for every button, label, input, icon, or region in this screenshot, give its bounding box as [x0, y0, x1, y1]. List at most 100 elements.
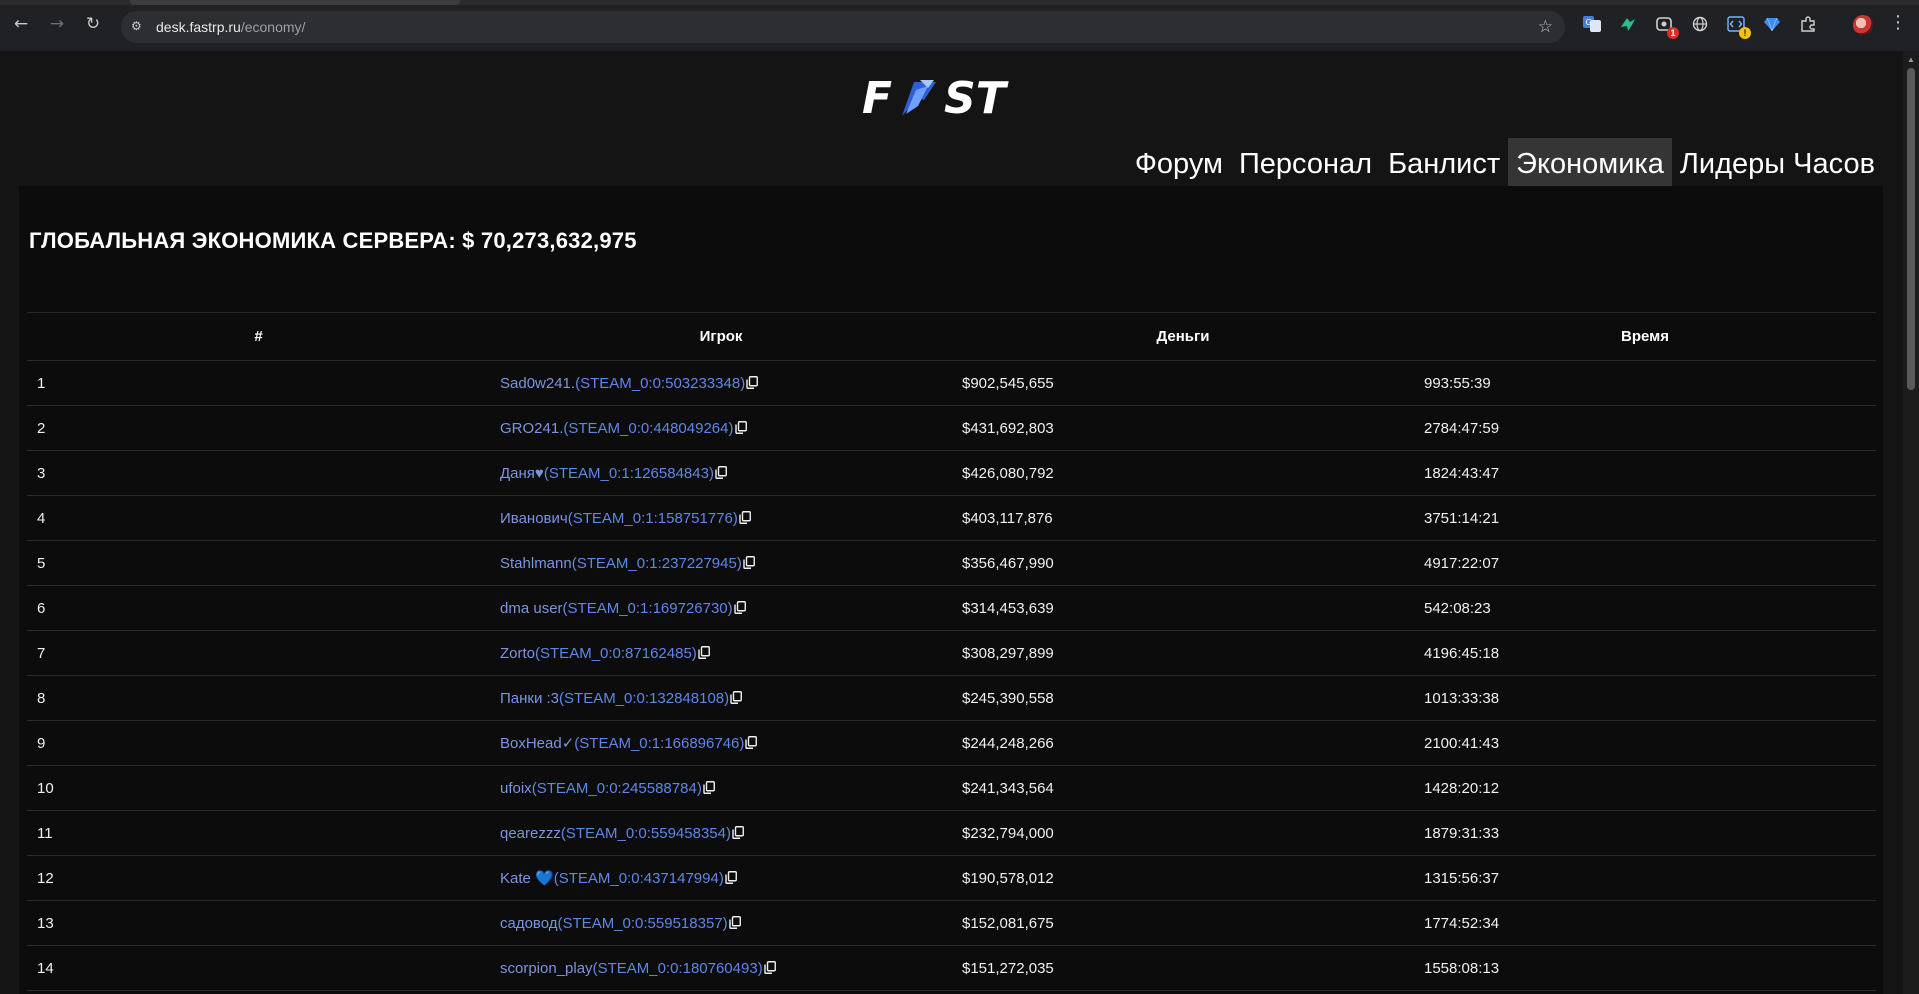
steam-id-text: STEAM_0:1:237227945 — [576, 554, 737, 572]
rank-cell: 7 — [27, 630, 490, 676]
time-cell: 1879:31:33 — [1414, 810, 1876, 856]
steam-id-link[interactable]: (STEAM_0:0:437147994) — [554, 870, 724, 887]
time-cell: 3751:14:21 — [1414, 495, 1876, 541]
copy-icon[interactable] — [734, 420, 747, 434]
steam-id-link[interactable]: (STEAM_0:0:559458354) — [561, 825, 731, 842]
player-name-link[interactable]: scorpion_play — [500, 960, 593, 977]
steam-id-link[interactable]: (STEAM_0:0:448049264) — [563, 420, 733, 437]
bookmark-star-icon[interactable]: ☆ — [1538, 17, 1553, 37]
code-extension-icon[interactable]: ! — [1726, 14, 1751, 39]
browser-menu-icon[interactable]: ⋮ — [1889, 12, 1907, 33]
time-cell: 993:55:39 — [1414, 360, 1876, 406]
steam-id-text: STEAM_0:0:559458354 — [565, 824, 726, 842]
rank-cell: 6 — [27, 585, 490, 631]
page-scrollbar[interactable]: ▲ — [1903, 51, 1919, 994]
steam-id-link[interactable]: (STEAM_0:1:237227945) — [572, 555, 742, 572]
copy-icon[interactable] — [763, 960, 776, 974]
svg-text:F: F — [862, 76, 892, 118]
copy-icon[interactable] — [730, 690, 743, 704]
rank-cell: 1 — [27, 360, 490, 406]
copy-icon[interactable] — [739, 510, 751, 524]
table-row: 14 scorpion_play(STEAM_0:0:180760493) $151… — [27, 945, 1876, 991]
table-row: 10 ufoix(STEAM_0:0:245588784) $241,343,564… — [27, 765, 1876, 811]
nav-item-hours-leaders[interactable]: Лидеры Часов — [1672, 138, 1883, 186]
money-cell: $403,117,876 — [952, 495, 1414, 541]
time-cell: 542:08:23 — [1414, 585, 1876, 631]
steam-id-link[interactable]: (STEAM_0:0:245588784) — [532, 780, 702, 797]
column-header-money: Деньги — [952, 312, 1414, 361]
translate-extension-icon[interactable]: G — [1582, 14, 1602, 34]
player-name-link[interactable]: GRO241. — [500, 420, 563, 437]
steam-id-text: STEAM_0:0:437147994 — [558, 870, 719, 887]
forward-icon[interactable]: → — [44, 11, 70, 37]
steam-id-link[interactable]: (STEAM_0:1:158751776) — [568, 510, 738, 527]
site-logo[interactable]: F ST — [862, 73, 1042, 124]
steam-id-link[interactable]: (STEAM_0:0:559518357) — [558, 915, 728, 932]
player-name-link[interactable]: Kate 💙 — [500, 870, 554, 887]
nav-item-economy[interactable]: Экономика — [1508, 138, 1672, 186]
rank-cell: 13 — [27, 900, 490, 946]
diamond-extension-icon[interactable] — [1762, 14, 1782, 34]
steam-id-link[interactable]: (STEAM_0:0:503233348) — [575, 375, 745, 392]
money-cell: $241,343,564 — [952, 765, 1414, 811]
steam-id-link[interactable]: (STEAM_0:1:169726730) — [563, 600, 733, 617]
copy-icon[interactable] — [728, 915, 741, 929]
player-name-link[interactable]: Stahlmann — [500, 555, 572, 572]
scrollbar-thumb[interactable] — [1907, 68, 1915, 390]
rank-cell: 3 — [27, 450, 490, 496]
time-cell: 1774:52:34 — [1414, 900, 1876, 946]
time-cell: 1428:20:12 — [1414, 765, 1876, 811]
money-cell: $356,467,990 — [952, 540, 1414, 586]
back-icon[interactable]: ← — [8, 11, 34, 37]
address-bar[interactable]: ⚙ desk.fastrp.ru/economy/ ☆ — [121, 11, 1565, 43]
steam-id-link[interactable]: (STEAM_0:0:180760493) — [593, 960, 763, 977]
active-tab[interactable] — [130, 0, 460, 5]
shield-extension-icon[interactable]: 1 — [1654, 14, 1679, 39]
copy-icon[interactable] — [743, 555, 755, 569]
nav-item-staff[interactable]: Персонал — [1231, 138, 1380, 186]
time-cell: 4196:45:18 — [1414, 630, 1876, 676]
url-text[interactable]: desk.fastrp.ru/economy/ — [156, 19, 305, 35]
nav-item-banlist[interactable]: Банлист — [1380, 138, 1508, 186]
time-cell: 1824:43:47 — [1414, 450, 1876, 496]
copy-icon[interactable] — [725, 871, 737, 884]
puzzle-extensions-icon[interactable] — [1798, 14, 1818, 34]
copy-icon[interactable] — [715, 465, 727, 479]
nav-item-forum[interactable]: Форум — [1127, 138, 1231, 186]
steam-id-link[interactable]: (STEAM_0:1:126584843) — [544, 465, 714, 482]
steam-id-link[interactable]: (STEAM_0:0:87162485) — [535, 645, 697, 662]
green-bird-extension-icon[interactable] — [1618, 14, 1638, 34]
player-name-link[interactable]: Sad0w241. — [500, 375, 575, 392]
copy-icon[interactable] — [732, 825, 744, 839]
extension-badge-warning: ! — [1739, 27, 1751, 39]
player-name-link[interactable]: qearezzz — [500, 825, 561, 842]
copy-icon[interactable] — [698, 645, 710, 659]
reload-icon[interactable]: ↻ — [80, 11, 106, 37]
globe-extension-icon[interactable] — [1690, 14, 1710, 34]
steam-id-text: STEAM_0:1:169726730 — [567, 599, 728, 617]
player-name-link[interactable]: садовод — [500, 915, 558, 932]
copy-icon[interactable] — [733, 600, 746, 614]
table-row: 8 Панки :3(STEAM_0:0:132848108) $245,390,5… — [27, 675, 1876, 721]
scroll-up-arrow-icon[interactable]: ▲ — [1907, 55, 1915, 64]
site-info-icon[interactable]: ⚙ — [131, 19, 147, 35]
player-name-link[interactable]: Даня♥ — [500, 465, 544, 482]
player-name-link[interactable]: BoxHead✓ — [500, 735, 574, 752]
profile-avatar[interactable] — [1853, 15, 1873, 35]
table-row: 1 Sad0w241.(STEAM_0:0:503233348) $902,545,… — [27, 360, 1876, 406]
steam-id-link[interactable]: (STEAM_0:0:132848108) — [559, 690, 729, 707]
steam-id-text: STEAM_0:0:180760493 — [597, 959, 758, 977]
player-name-link[interactable]: Zorto — [500, 645, 535, 662]
copy-icon[interactable] — [746, 375, 759, 389]
copy-icon[interactable] — [703, 780, 715, 794]
copy-icon[interactable] — [745, 736, 758, 749]
player-name-link[interactable]: Панки :3 — [500, 690, 559, 707]
rank-cell: 12 — [27, 855, 490, 901]
player-cell: Stahlmann(STEAM_0:1:237227945) — [490, 540, 952, 586]
player-name-link[interactable]: Иванович — [500, 510, 568, 527]
player-name-link[interactable]: dma user — [500, 600, 563, 617]
player-name-link[interactable]: ufoix — [500, 780, 532, 797]
column-header-player: Игрок — [490, 312, 952, 361]
player-cell: scorpion_play(STEAM_0:0:180760493) — [490, 945, 952, 991]
steam-id-link[interactable]: (STEAM_0:1:166896746) — [574, 735, 744, 752]
